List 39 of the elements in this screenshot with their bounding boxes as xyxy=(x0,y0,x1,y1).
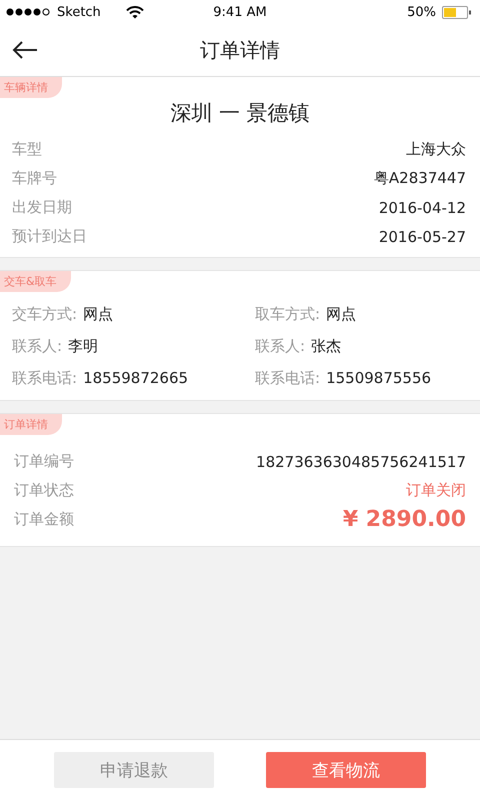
section-tag: 交车&取车 xyxy=(0,271,71,292)
field-value: 张杰 xyxy=(311,336,342,356)
refund-button[interactable]: 申请退款 xyxy=(54,752,214,788)
field-label: 联系人: xyxy=(255,336,306,356)
wifi-icon xyxy=(126,6,144,18)
section-tag: 车辆详情 xyxy=(0,77,62,98)
field-value: 网点 xyxy=(326,304,356,324)
field-value: 15509875556 xyxy=(326,369,432,387)
field-value: 2016-04-12 xyxy=(378,198,466,216)
field-label: 出发日期 xyxy=(12,198,72,217)
field-label: 车牌号 xyxy=(12,169,57,188)
field-value: 李明 xyxy=(68,336,98,356)
signal-icon xyxy=(6,8,52,16)
field-label: 联系电话: xyxy=(255,368,320,388)
field-value: 网点 xyxy=(83,304,114,324)
field-label: 联系电话: xyxy=(12,368,78,388)
field-label: 交车方式: xyxy=(12,304,78,324)
field-value: 粤A2837447 xyxy=(374,169,466,188)
field-value: 2016-05-27 xyxy=(378,228,466,246)
page-title: 订单详情 xyxy=(200,36,280,64)
battery-icon xyxy=(442,6,472,18)
section-tag: 订单详情 xyxy=(0,414,62,435)
field-label: 预计到达日 xyxy=(12,227,87,246)
logistics-button[interactable]: 查看物流 xyxy=(266,752,426,788)
field-value: 上海大众 xyxy=(406,140,466,159)
field-value: 1827363630485756241517 xyxy=(256,452,466,470)
field-label: 订单编号 xyxy=(14,452,74,471)
field-label: 订单状态 xyxy=(14,481,74,500)
field-label: 联系人: xyxy=(12,336,62,356)
field-label: 取车方式: xyxy=(255,304,320,324)
carrier-name: Sketch xyxy=(57,4,101,20)
order-status: 订单关闭 xyxy=(406,481,466,500)
status-time: 9:41 AM xyxy=(213,4,267,20)
route-title: 深圳 一 景德镇 xyxy=(169,100,311,127)
order-amount: ¥ 2890.00 xyxy=(342,507,466,532)
field-value: 18559872665 xyxy=(83,369,188,387)
field-label: 车型 xyxy=(12,140,42,159)
battery-percent: 50% xyxy=(407,4,436,20)
field-label: 订单金额 xyxy=(14,510,74,529)
